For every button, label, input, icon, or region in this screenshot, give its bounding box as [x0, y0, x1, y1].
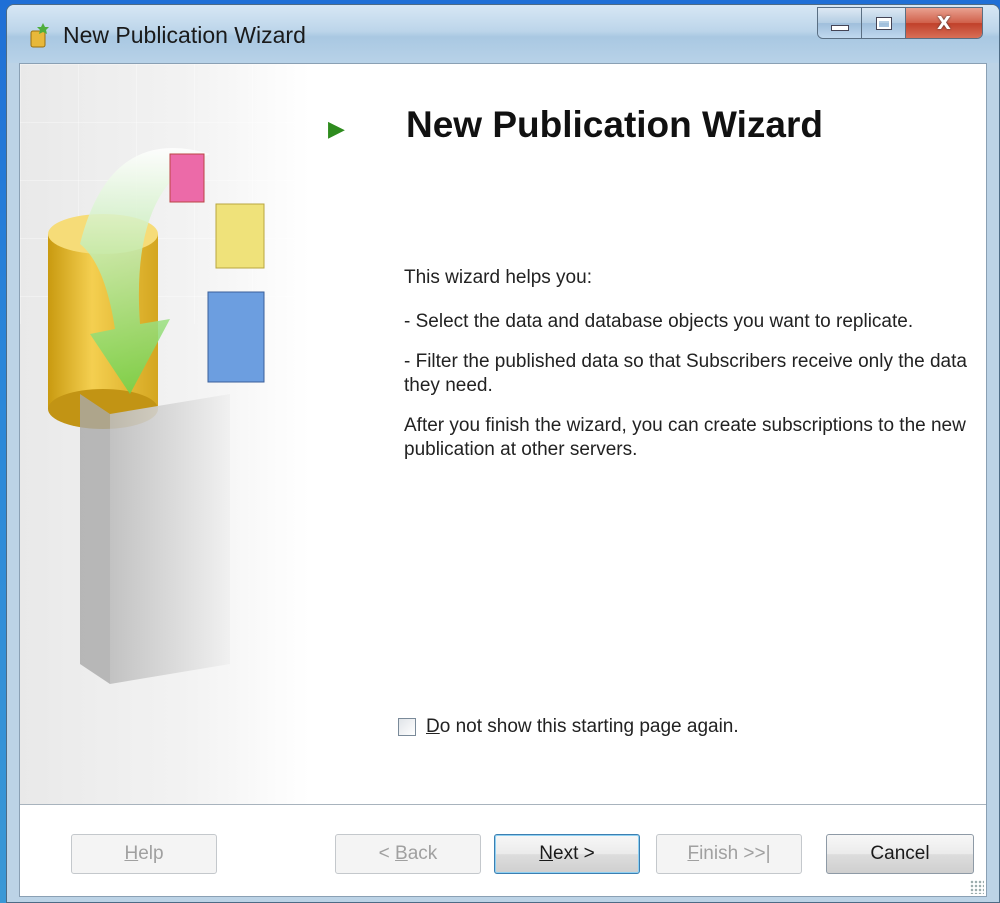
- wizard-client-area: ▶ New Publication Wizard This wizard hel…: [19, 63, 987, 897]
- bullet-filter-data: - Filter the published data so that Subs…: [404, 351, 967, 396]
- outro-text: After you finish the wizard, you can cre…: [404, 415, 966, 460]
- finish-button[interactable]: Finish >>|: [656, 834, 802, 874]
- wizard-description: This wizard helps you: - Select the data…: [404, 266, 974, 478]
- window-title: New Publication Wizard: [63, 22, 306, 48]
- title-bar[interactable]: New Publication Wizard X: [7, 5, 999, 63]
- dont-show-again-row[interactable]: Do not show this starting page again.: [398, 716, 739, 738]
- next-button[interactable]: Next >: [494, 834, 640, 874]
- minimize-icon: [830, 25, 849, 31]
- publication-graphic: [48, 148, 265, 684]
- intro-text: This wizard helps you:: [404, 267, 592, 288]
- wizard-illustration: [20, 64, 310, 804]
- minimize-button[interactable]: [818, 8, 862, 38]
- caption-buttons: X: [817, 7, 983, 39]
- close-button[interactable]: X: [906, 8, 982, 38]
- wizard-app-icon: [30, 23, 49, 48]
- help-button[interactable]: Help: [71, 834, 217, 874]
- dont-show-again-checkbox[interactable]: [398, 718, 416, 736]
- page-title: New Publication Wizard: [406, 104, 823, 145]
- wizard-window: New Publication Wizard X ▶ New Publicati…: [6, 4, 1000, 903]
- heading-marker-icon: ▶: [328, 116, 345, 141]
- maximize-button[interactable]: [862, 8, 906, 38]
- resize-grip[interactable]: [970, 880, 984, 894]
- maximize-icon: [875, 16, 892, 30]
- footer-separator: [20, 804, 986, 806]
- bullet-select-data: - Select the data and database objects y…: [404, 311, 914, 332]
- cancel-button[interactable]: Cancel: [826, 834, 974, 874]
- dont-show-again-label[interactable]: Do not show this starting page again.: [426, 716, 739, 738]
- back-button[interactable]: < Back: [335, 834, 481, 874]
- close-icon: X: [937, 12, 951, 34]
